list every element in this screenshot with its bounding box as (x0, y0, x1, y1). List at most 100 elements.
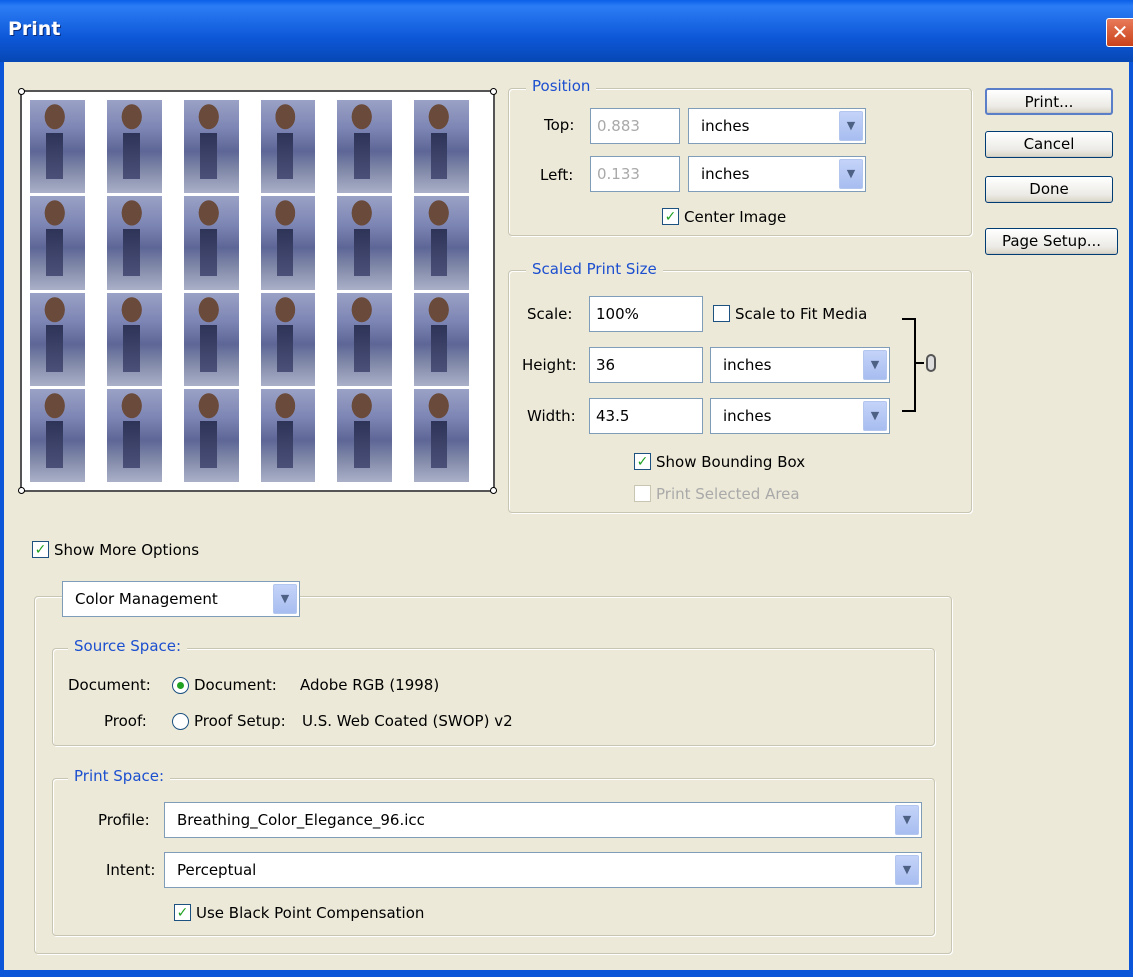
intent-select[interactable]: Perceptual ▼ (164, 852, 922, 888)
chevron-down-icon: ▼ (273, 584, 297, 614)
radio-selected-dot (177, 682, 184, 689)
preview-tile (30, 292, 101, 386)
chevron-down-icon: ▼ (895, 855, 919, 885)
preview-tiles (30, 100, 485, 482)
preview-tile (414, 388, 485, 482)
preview-tile (337, 196, 409, 290)
preview-tile (30, 100, 101, 194)
position-group-label: Position (526, 77, 597, 95)
proof-option-label: Proof Setup: (194, 712, 286, 730)
chevron-down-icon: ▼ (863, 350, 887, 380)
show-bounding-box-checkbox[interactable]: ✓ (634, 453, 651, 470)
scale-to-fit-checkbox[interactable] (713, 305, 730, 322)
document-profile: Adobe RGB (1998) (300, 676, 440, 694)
document-option-label: Document: (194, 676, 277, 694)
bounding-box-handle[interactable] (18, 487, 25, 494)
proof-profile: U.S. Web Coated (SWOP) v2 (302, 712, 513, 730)
print-button[interactable]: Print... (985, 88, 1113, 115)
preview-tile (106, 196, 178, 290)
black-point-label: Use Black Point Compensation (196, 904, 425, 922)
preview-tile (260, 388, 332, 482)
preview-tile (337, 388, 409, 482)
profile-select[interactable]: Breathing_Color_Elegance_96.icc ▼ (164, 802, 922, 838)
preview-tile (337, 100, 409, 194)
show-more-options-label: Show More Options (54, 541, 200, 559)
chevron-down-icon: ▼ (863, 401, 887, 431)
print-selected-area-checkbox (634, 485, 651, 502)
bounding-box-handle[interactable] (490, 487, 497, 494)
bounding-box-handle[interactable] (18, 88, 25, 95)
print-selected-area-label: Print Selected Area (656, 485, 800, 503)
preview-tile (414, 196, 485, 290)
left-label: Left: (540, 166, 574, 184)
print-preview[interactable] (18, 88, 497, 494)
window-title: Print (8, 18, 61, 40)
chevron-down-icon: ▼ (895, 805, 919, 835)
preview-tile (30, 196, 101, 290)
intent-label: Intent: (106, 861, 156, 879)
preview-tile (30, 388, 101, 482)
width-input[interactable]: 43.5 (589, 398, 703, 434)
scale-to-fit-label: Scale to Fit Media (735, 305, 868, 323)
profile-value: Breathing_Color_Elegance_96.icc (177, 811, 425, 829)
width-label: Width: (527, 407, 576, 425)
width-unit-select[interactable]: inches ▼ (710, 398, 890, 434)
preview-tile (414, 292, 485, 386)
source-space-group (52, 648, 935, 746)
cancel-button[interactable]: Cancel (985, 131, 1113, 158)
print-space-label: Print Space: (68, 767, 171, 785)
left-input[interactable]: 0.133 (590, 156, 680, 192)
left-unit-select[interactable]: inches ▼ (688, 156, 866, 192)
preview-tile (183, 100, 255, 194)
constrain-proportions-bracket (902, 318, 916, 412)
window-frame-right (1129, 62, 1133, 977)
top-input[interactable]: 0.883 (590, 108, 680, 144)
bounding-box-handle[interactable] (490, 88, 497, 95)
show-bounding-box-label: Show Bounding Box (656, 453, 806, 471)
height-label: Height: (522, 356, 577, 374)
height-input[interactable]: 36 (589, 347, 703, 383)
preview-tile (414, 100, 485, 194)
preview-tile (260, 100, 332, 194)
width-unit-value: inches (723, 407, 772, 425)
intent-value: Perceptual (177, 861, 257, 879)
top-label: Top: (544, 116, 575, 134)
preview-tile (106, 100, 178, 194)
constrain-bracket-tick (914, 362, 924, 364)
preview-tile (260, 292, 332, 386)
done-button[interactable]: Done (985, 176, 1113, 203)
options-section-value: Color Management (75, 590, 218, 608)
preview-tile (183, 292, 255, 386)
profile-label: Profile: (98, 811, 150, 829)
scale-label: Scale: (527, 305, 573, 323)
preview-tile (337, 292, 409, 386)
document-radio[interactable] (172, 677, 189, 694)
window-frame-left (0, 62, 4, 977)
document-label: Document: (68, 676, 151, 694)
preview-tile (183, 196, 255, 290)
title-bar (0, 0, 1133, 62)
preview-tile (106, 292, 178, 386)
black-point-checkbox[interactable]: ✓ (174, 904, 191, 921)
proof-label: Proof: (104, 712, 147, 730)
proof-radio[interactable] (172, 713, 189, 730)
center-image-checkbox[interactable]: ✓ (662, 208, 679, 225)
preview-tile (183, 388, 255, 482)
scaled-print-size-label: Scaled Print Size (526, 260, 663, 278)
scale-input[interactable]: 100% (589, 296, 703, 332)
top-unit-select[interactable]: inches ▼ (688, 108, 866, 144)
close-button[interactable]: ✕ (1106, 18, 1133, 47)
window-frame-bottom (0, 970, 1133, 977)
preview-tile (106, 388, 178, 482)
left-unit-value: inches (701, 165, 750, 183)
height-unit-select[interactable]: inches ▼ (710, 347, 890, 383)
chevron-down-icon: ▼ (839, 159, 863, 189)
top-unit-value: inches (701, 117, 750, 135)
source-space-label: Source Space: (68, 637, 188, 655)
link-icon[interactable] (926, 354, 936, 372)
page-setup-button[interactable]: Page Setup... (985, 228, 1118, 255)
options-section-select[interactable]: Color Management ▼ (62, 581, 300, 617)
chevron-down-icon: ▼ (839, 111, 863, 141)
height-unit-value: inches (723, 356, 772, 374)
show-more-options-checkbox[interactable]: ✓ (32, 541, 49, 558)
